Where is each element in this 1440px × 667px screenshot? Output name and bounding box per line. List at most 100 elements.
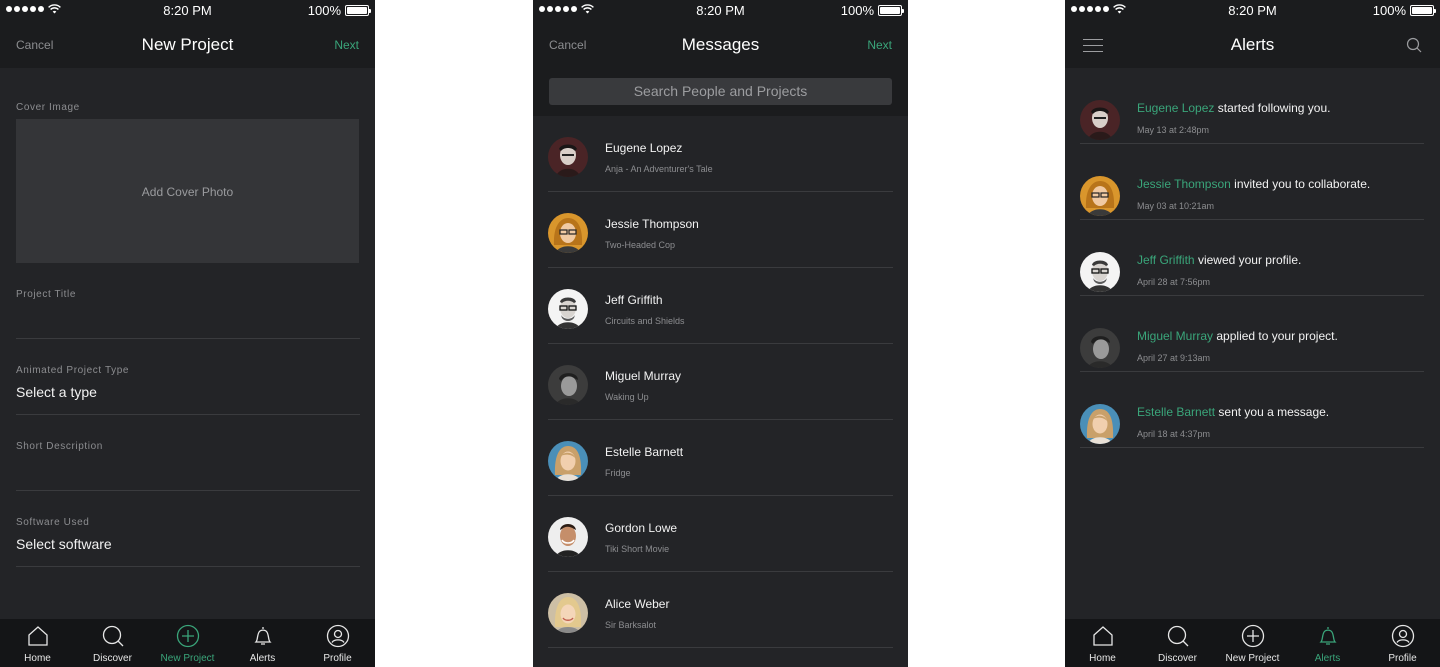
alert-user-link[interactable]: Estelle Barnett [1137,405,1215,419]
status-bar: 8:20 PM 100% [0,0,375,20]
project-name: Sir Barksalot [605,620,657,630]
status-bar: 8:20 PM 100% [1065,0,1440,20]
search-input[interactable]: Search People and Projects [549,78,892,105]
tab-label: Home [1089,653,1116,664]
nav-bar: Cancel Messages Next [533,20,908,68]
tab-alerts[interactable]: Alerts [1290,619,1365,667]
divider [16,566,360,567]
tab-profile[interactable]: Profile [1365,619,1440,667]
new-project-screen: 8:20 PM 100% Cancel New Project Next Cov… [0,0,375,667]
alert-action: invited you to collaborate. [1234,177,1371,191]
project-type-select[interactable]: Select a type [16,384,97,400]
list-item[interactable]: Jeff Griffith Circuits and Shields [548,268,893,344]
tab-home[interactable]: Home [0,619,75,667]
alert-timestamp: May 13 at 2:48pm [1137,125,1210,135]
search-icon [1167,625,1188,647]
alert-action: viewed your profile. [1197,253,1302,267]
alert-user-link[interactable]: Eugene Lopez [1137,101,1214,115]
alert-user-link[interactable]: Jeff Griffith [1137,253,1195,267]
project-name: Two-Headed Cop [605,240,676,250]
tab-new-project[interactable]: New Project [1215,619,1290,667]
alert-user-link[interactable]: Miguel Murray [1137,329,1213,343]
avatar-miguel [1080,328,1120,368]
contact-name: Eugene Lopez [605,141,683,155]
tab-discover[interactable]: Discover [75,619,150,667]
tab-label: Home [24,653,51,664]
divider [16,414,360,415]
nav-bar: Cancel New Project Next [0,20,375,68]
software-select[interactable]: Select software [16,536,112,552]
alert-text: Miguel Murray applied to your project. [1137,329,1338,343]
project-name: Waking Up [605,392,649,402]
battery-percent: 100% [1372,3,1406,18]
tab-label: Discover [1158,653,1197,664]
avatar-estelle [548,441,588,481]
short-description-label: Short Description [16,441,103,452]
list-item[interactable]: Alice Weber Sir Barksalot [548,572,893,648]
list-item[interactable]: Jeff Griffith viewed your profile. April… [1080,220,1424,296]
alert-text: Estelle Barnett sent you a message. [1137,405,1329,419]
list-item[interactable]: Eugene Lopez started following you. May … [1080,68,1424,144]
tab-label: Profile [323,653,352,664]
alert-timestamp: April 27 at 9:13am [1137,353,1211,363]
project-type-label: Animated Project Type [16,365,130,376]
software-used-label: Software Used [16,517,90,528]
battery-percent: 100% [840,3,874,18]
cover-image-label: Cover Image [16,102,80,113]
battery-icon [1410,5,1436,16]
list-item[interactable]: Estelle Barnett Fridge [548,420,893,496]
contact-name: Gordon Lowe [605,521,678,535]
list-item[interactable]: Jessie Thompson invited you to collabora… [1080,144,1424,220]
alert-timestamp: April 18 at 4:37pm [1137,429,1211,439]
message-list: Eugene Lopez Anja - An Adventurer's Tale… [533,116,908,667]
tab-discover[interactable]: Discover [1140,619,1215,667]
avatar-jeff [1080,252,1120,292]
bell-icon [1318,627,1337,645]
page-title: New Project [141,35,234,54]
tab-label: New Project [160,653,215,664]
alert-user-link[interactable]: Jessie Thompson [1137,177,1231,191]
list-item[interactable]: Miguel Murray Waking Up [548,344,893,420]
contact-name: Jeff Griffith [605,293,663,307]
alert-text: Eugene Lopez started following you. [1137,101,1330,115]
page-title: Alerts [1230,35,1275,54]
tab-alerts[interactable]: Alerts [225,619,300,667]
next-button[interactable]: Next [334,38,359,52]
alert-timestamp: May 03 at 10:21am [1137,201,1215,211]
list-item[interactable]: Eugene Lopez Anja - An Adventurer's Tale [548,116,893,192]
tab-label: Alerts [1314,653,1341,664]
alert-action: started following you. [1217,101,1331,115]
list-item[interactable]: Jessie Thompson Two-Headed Cop [548,192,893,268]
contact-name: Miguel Murray [605,369,682,383]
alert-text: Jeff Griffith viewed your profile. [1137,253,1301,267]
nav-bar: Alerts [1065,20,1440,68]
project-title-input[interactable] [16,338,360,339]
tab-profile[interactable]: Profile [300,619,375,667]
battery-icon [345,5,371,16]
add-cover-photo-button[interactable]: Add Cover Photo [16,119,359,263]
next-button[interactable]: Next [867,38,892,52]
search-icon [102,625,123,647]
alerts-screen: 8:20 PM 100% Alerts Eugene Lopez started… [1065,0,1440,667]
battery-percent: 100% [307,3,341,18]
page-title: Messages [681,35,760,54]
contact-name: Jessie Thompson [605,217,699,231]
avatar-eugene [548,137,588,177]
alert-text: Jessie Thompson invited you to collabora… [1137,177,1370,191]
search-icon[interactable] [1406,37,1422,53]
short-description-input[interactable] [16,490,360,491]
alert-action: applied to your project. [1216,329,1338,343]
project-name: Anja - An Adventurer's Tale [605,164,713,174]
list-item[interactable]: Miguel Murray applied to your project. A… [1080,296,1424,372]
home-icon [1092,626,1113,646]
alert-action: sent you a message. [1218,405,1330,419]
list-item[interactable]: Gordon Lowe Tiki Short Movie [548,496,893,572]
search-bar: Search People and Projects [533,68,908,116]
avatar-gordon [548,517,588,557]
tab-new-project[interactable]: New Project [150,619,225,667]
tab-label: New Project [1225,653,1280,664]
alert-list: Eugene Lopez started following you. May … [1065,68,1440,619]
list-item[interactable]: Estelle Barnett sent you a message. Apri… [1080,372,1424,448]
tab-home[interactable]: Home [1065,619,1140,667]
project-name: Circuits and Shields [605,316,685,326]
